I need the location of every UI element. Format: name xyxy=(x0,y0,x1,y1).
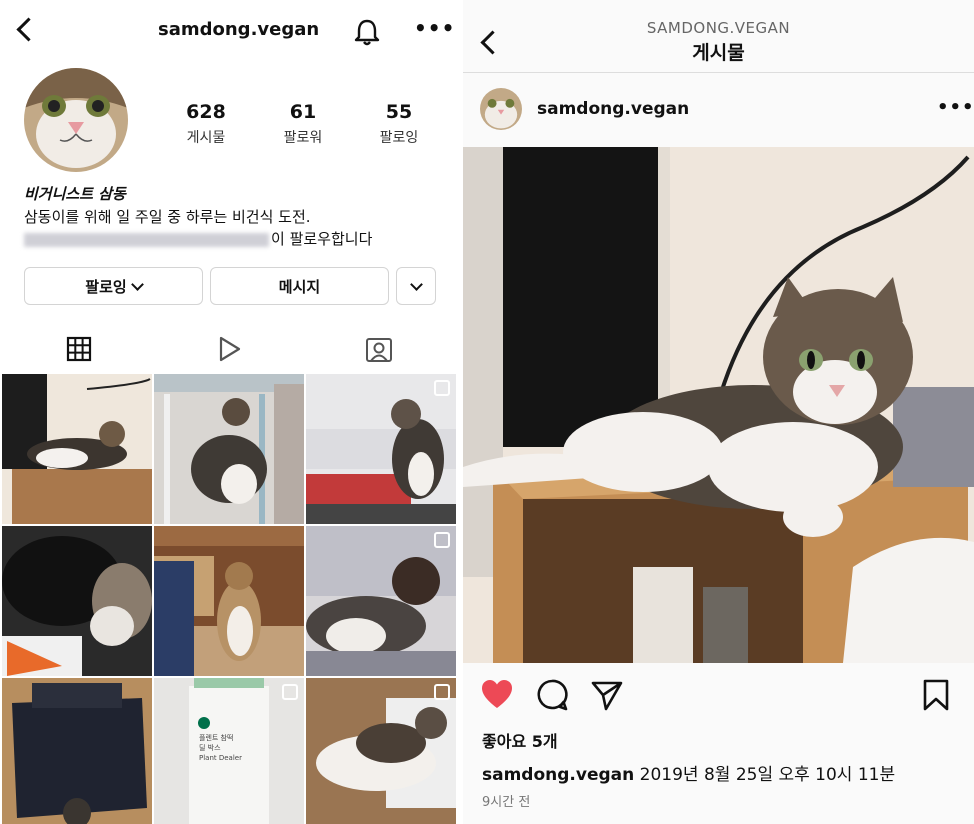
stat-posts[interactable]: 628 게시물 xyxy=(171,101,241,147)
profile-username: samdong.vegan xyxy=(158,19,320,40)
suggest-toggle-button[interactable] xyxy=(396,267,436,305)
receipt-text: 플렌트 참떡 딜 박스 Plant Dealer xyxy=(199,733,242,763)
stat-following-count: 55 xyxy=(385,101,413,123)
grid-post[interactable] xyxy=(2,526,152,676)
bell-icon[interactable] xyxy=(354,18,380,46)
stat-posts-label: 게시물 xyxy=(186,130,226,146)
receipt-line: Plant Dealer xyxy=(199,754,242,762)
chevron-down-icon xyxy=(409,277,423,291)
grid-post[interactable] xyxy=(2,374,152,524)
grid-post[interactable] xyxy=(154,526,304,676)
grid-post[interactable] xyxy=(154,374,304,524)
post-header: SAMDONG.VEGAN 게시물 xyxy=(463,0,974,73)
bio-description: 삼동이를 위해 일 주일 중 하루는 비건식 도전. xyxy=(24,208,311,226)
likes-count[interactable]: 좋아요 5개 xyxy=(482,728,558,752)
avatar[interactable] xyxy=(480,88,522,130)
blurred-names xyxy=(24,232,269,247)
message-label: 메시지 xyxy=(278,277,321,296)
post-time: 9시간 전 xyxy=(482,795,531,810)
bio-name: 비거니스트 삼동 xyxy=(24,185,126,203)
comment-icon[interactable] xyxy=(535,678,569,712)
avatar[interactable] xyxy=(24,68,128,172)
profile-tabs xyxy=(0,326,458,372)
grid-post[interactable]: 플렌트 참떡 딜 박스 Plant Dealer xyxy=(154,678,304,824)
receipt-line: 플렌트 참떡 xyxy=(199,734,234,742)
grid-icon[interactable] xyxy=(64,334,94,364)
stat-followers-label: 팔로워 xyxy=(283,130,323,146)
following-label: 팔로잉 xyxy=(85,277,127,296)
header-title: 게시물 xyxy=(692,42,745,64)
stat-followers[interactable]: 61 팔로워 xyxy=(268,101,338,147)
share-icon[interactable] xyxy=(590,678,624,712)
carousel-icon xyxy=(434,380,450,396)
chevron-down-icon xyxy=(130,277,144,291)
grid-post[interactable] xyxy=(306,374,456,524)
carousel-icon xyxy=(282,684,298,700)
following-button[interactable]: 팔로잉 xyxy=(24,267,203,305)
profile-screen: samdong.vegan ••• 628 게시물 61 팔로워 55 팔로잉 … xyxy=(0,0,458,824)
tagged-icon[interactable] xyxy=(364,334,394,364)
post-photo[interactable] xyxy=(463,147,974,663)
carousel-icon xyxy=(434,684,450,700)
followed-by[interactable]: 이 팔로우합니다 xyxy=(24,228,372,249)
more-icon[interactable]: ••• xyxy=(414,16,455,40)
caption-username[interactable]: samdong.vegan xyxy=(482,765,634,785)
grid-post[interactable] xyxy=(306,526,456,676)
grid-post[interactable] xyxy=(2,678,152,824)
profile-header: samdong.vegan ••• xyxy=(0,0,458,62)
carousel-icon xyxy=(434,532,450,548)
header-username: SAMDONG.VEGAN xyxy=(646,19,791,37)
stat-followers-count: 61 xyxy=(289,101,317,123)
grid-post[interactable] xyxy=(306,678,456,824)
bookmark-icon[interactable] xyxy=(919,678,953,712)
stat-posts-count: 628 xyxy=(186,101,226,123)
followed-by-text: 이 팔로우합니다 xyxy=(271,230,373,248)
more-icon[interactable]: ••• xyxy=(937,97,974,118)
reels-icon[interactable] xyxy=(214,334,244,364)
receipt-line: 딜 박스 xyxy=(199,744,221,752)
post-caption: samdong.vegan 2019년 8월 25일 오후 10시 11분 xyxy=(482,760,895,785)
back-icon[interactable] xyxy=(16,17,41,42)
caption-text: 2019년 8월 25일 오후 10시 11분 xyxy=(634,765,896,785)
heart-icon[interactable] xyxy=(480,678,514,712)
post-username[interactable]: samdong.vegan xyxy=(537,99,689,119)
stat-following[interactable]: 55 팔로잉 xyxy=(364,101,434,147)
post-screen: SAMDONG.VEGAN 게시물 samdong.vegan ••• 좋아요 … xyxy=(463,0,974,824)
message-button[interactable]: 메시지 xyxy=(210,267,389,305)
stat-following-label: 팔로잉 xyxy=(379,130,419,146)
